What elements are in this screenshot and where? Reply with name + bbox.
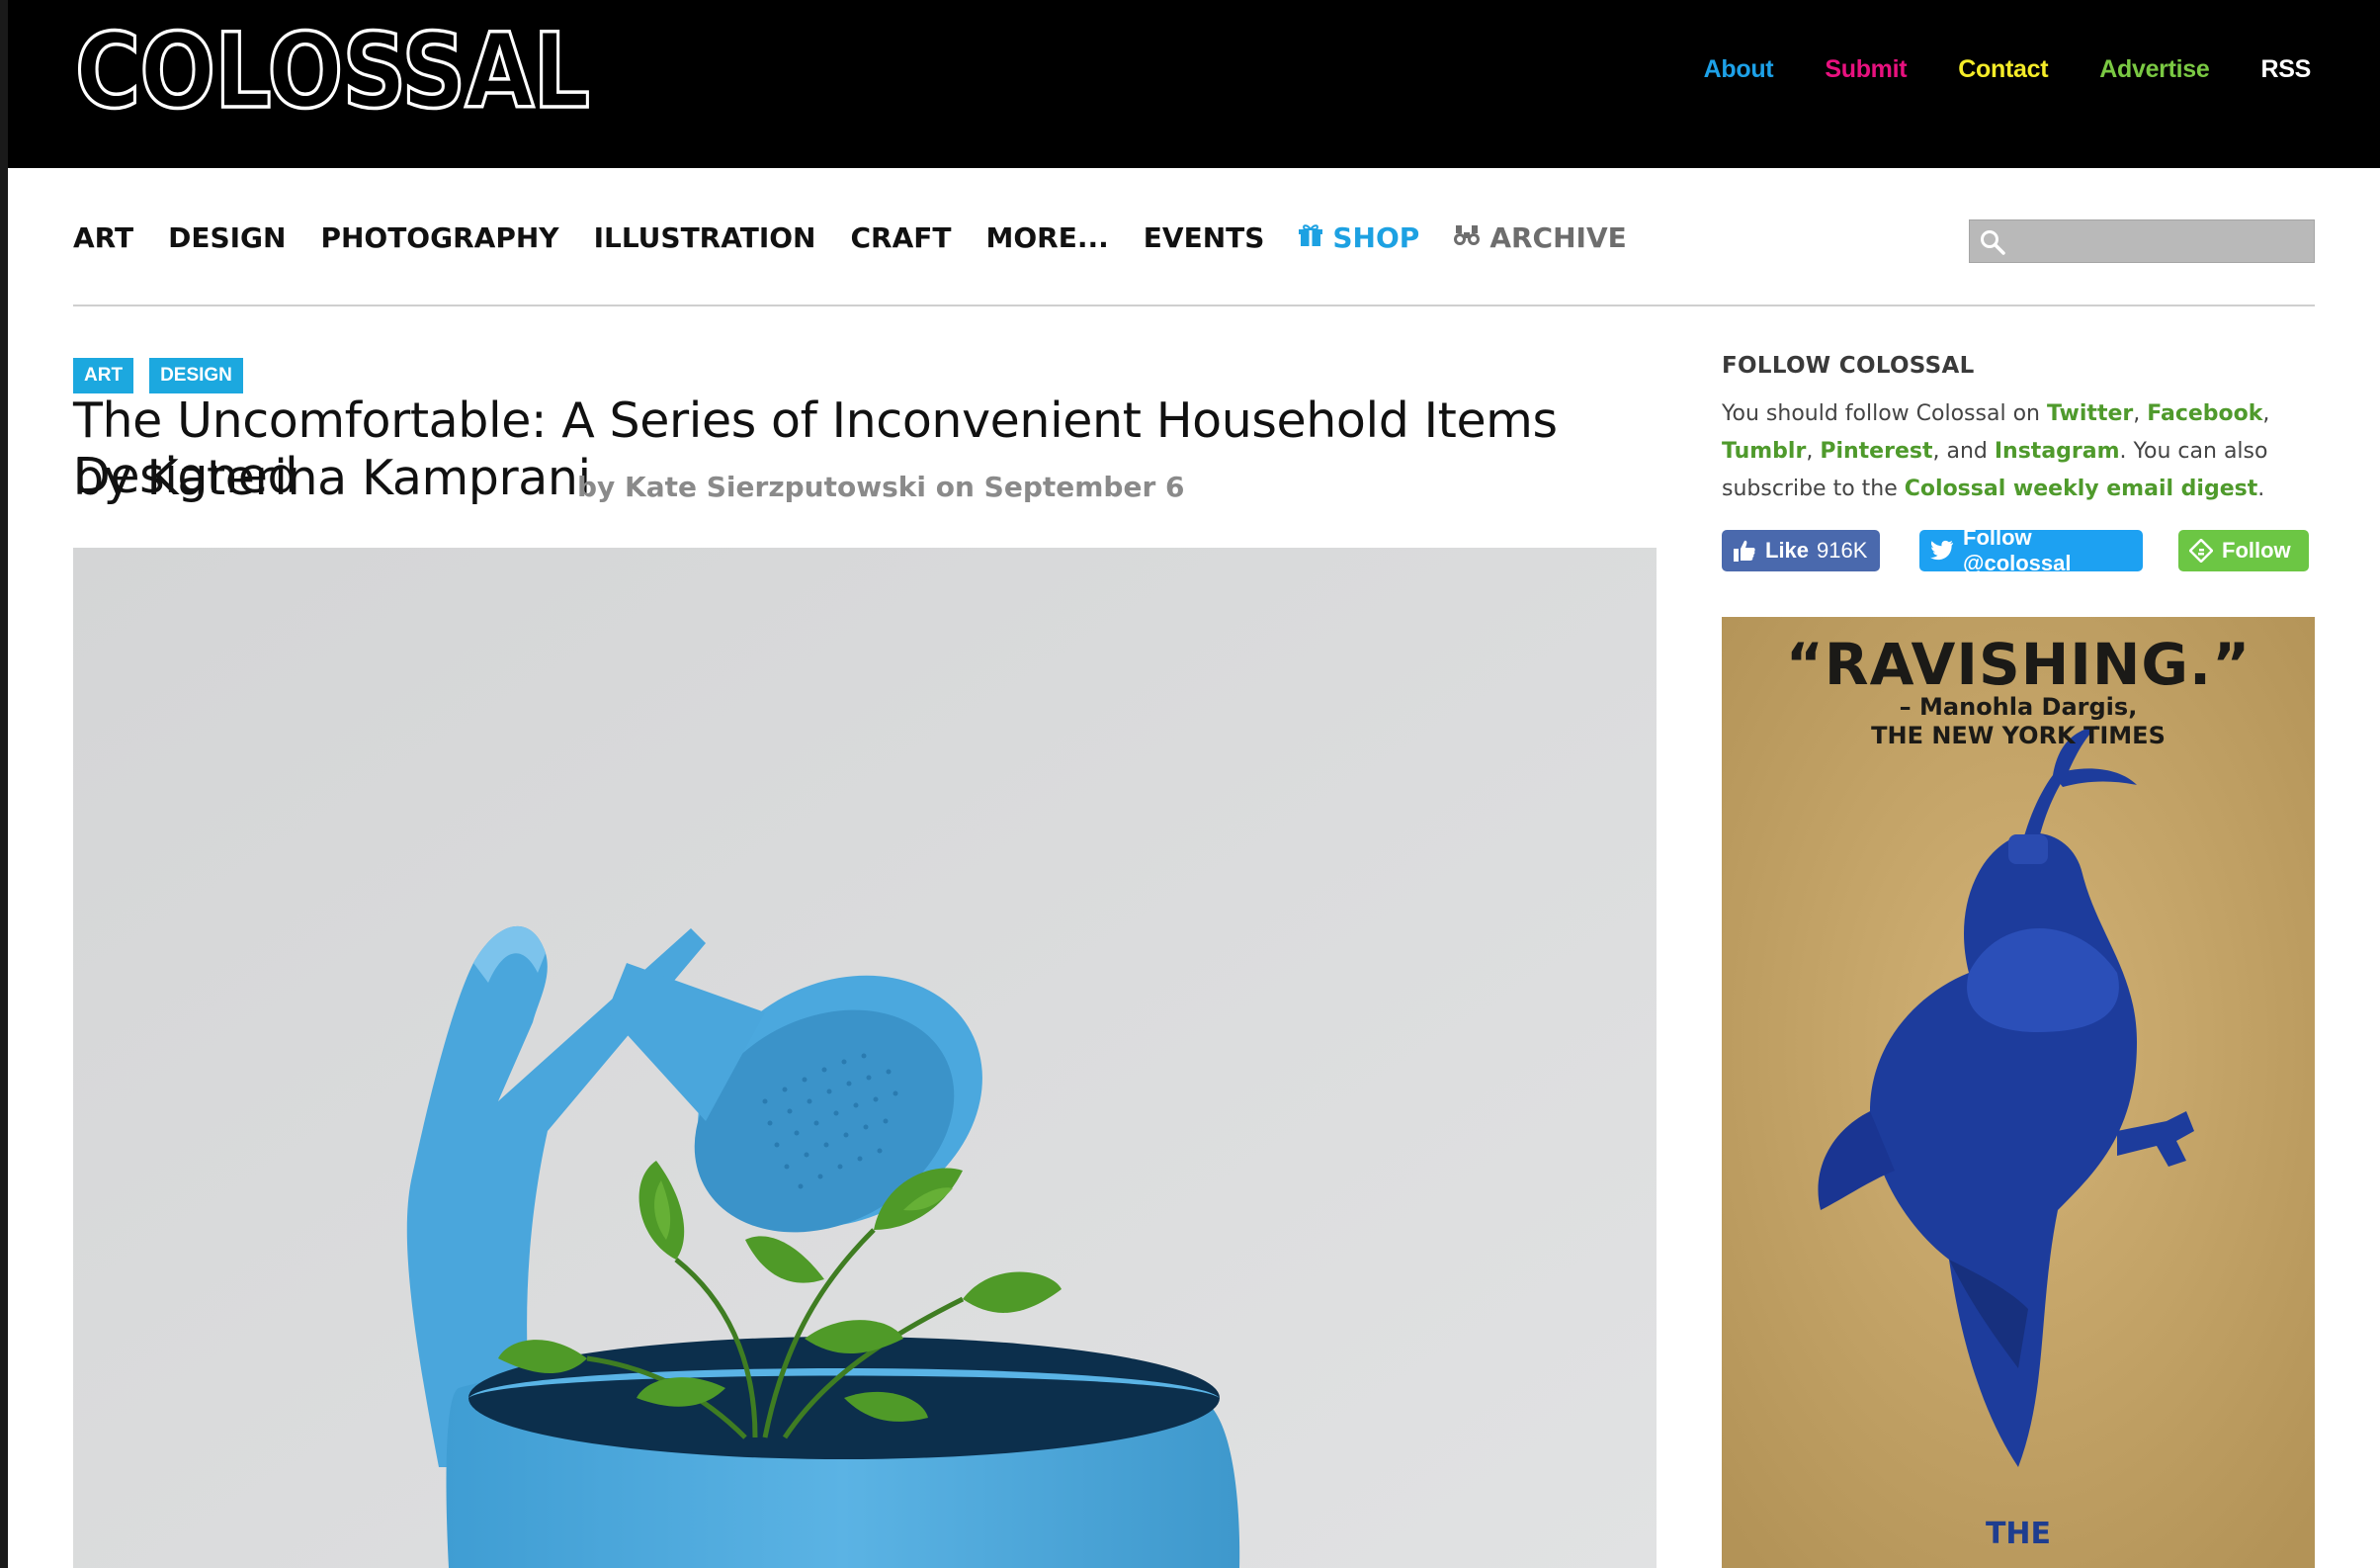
- digest-link[interactable]: Colossal weekly email digest: [1905, 477, 2258, 501]
- nav-design[interactable]: DESIGN: [168, 221, 286, 254]
- nav-divider: [73, 305, 2315, 306]
- follow-text-sep: ,: [2262, 401, 2270, 426]
- nav-craft[interactable]: CRAFT: [850, 221, 951, 254]
- pinterest-link[interactable]: Pinterest: [1820, 439, 1932, 464]
- contact-link[interactable]: Contact: [1958, 55, 2048, 84]
- byline-prefix: by: [577, 471, 616, 503]
- tumblr-link[interactable]: Tumblr: [1722, 439, 1806, 464]
- date-prefix: on: [935, 471, 975, 503]
- social-buttons: Like 916K Follow @colossal Follow: [1722, 525, 2309, 575]
- svg-text:COLOSSAL: COLOSSAL: [75, 22, 589, 121]
- tag-art[interactable]: ART: [73, 358, 134, 393]
- colossal-logo[interactable]: COLOSSAL: [73, 9, 599, 133]
- facebook-link[interactable]: Facebook: [2147, 401, 2262, 426]
- feedly-icon: [2189, 539, 2213, 563]
- watering-can-illustration: [73, 548, 1657, 1568]
- sidebar-ad[interactable]: “RAVISHING.” – Manohla Dargis, THE NEW Y…: [1722, 617, 2315, 1568]
- search-icon: [1980, 229, 2005, 259]
- advertise-link[interactable]: Advertise: [2099, 55, 2210, 84]
- hero-image[interactable]: [73, 548, 1657, 1568]
- tag-design[interactable]: DESIGN: [149, 358, 243, 393]
- nav-shop[interactable]: SHOP: [1299, 221, 1419, 254]
- submit-link[interactable]: Submit: [1825, 55, 1907, 84]
- article-tags: ART DESIGN: [73, 358, 243, 393]
- feedly-follow-button[interactable]: Follow: [2178, 530, 2309, 571]
- main-nav: ART DESIGN PHOTOGRAPHY ILLUSTRATION CRAF…: [73, 221, 1661, 254]
- top-links: About Submit Contact Advertise RSS: [1704, 55, 2312, 84]
- nav-archive[interactable]: ARCHIVE: [1454, 221, 1627, 254]
- nav-illustration[interactable]: ILLUSTRATION: [594, 221, 816, 254]
- thumbs-up-icon: [1733, 539, 1756, 563]
- search-input[interactable]: [2013, 224, 2309, 260]
- nav-events[interactable]: EVENTS: [1144, 221, 1265, 254]
- ad-attribution-name: – Manohla Dargis,: [1899, 693, 2138, 721]
- twitter-bird-icon: [1930, 540, 1954, 562]
- follow-text-part: .: [2257, 477, 2265, 501]
- article-date: September 6: [983, 471, 1185, 503]
- ad-quote: “RAVISHING.”: [1785, 631, 2252, 698]
- nav-art[interactable]: ART: [73, 221, 133, 254]
- like-label: Like: [1765, 538, 1810, 563]
- gift-icon: [1299, 221, 1323, 254]
- article-title-line2[interactable]: by Katerina Kamprani: [73, 451, 591, 506]
- follow-text-sep: ,: [2133, 401, 2148, 426]
- follow-text-sep: ,: [1806, 439, 1821, 464]
- about-link[interactable]: About: [1704, 55, 1774, 84]
- nav-more[interactable]: MORE...: [986, 221, 1109, 254]
- facebook-like-button[interactable]: Like 916K: [1722, 530, 1880, 571]
- rss-link[interactable]: RSS: [2260, 55, 2311, 84]
- twitter-follow-label: Follow @colossal: [1963, 525, 2072, 575]
- nav-photography[interactable]: PHOTOGRAPHY: [320, 221, 558, 254]
- author-link[interactable]: Kate Sierzputowski: [625, 471, 926, 503]
- follow-title: FOLLOW COLOSSAL: [1722, 353, 1975, 379]
- like-count: 916K: [1817, 538, 1868, 563]
- nav-archive-label: ARCHIVE: [1489, 221, 1627, 254]
- follow-text-sep: , and: [1932, 439, 1995, 464]
- follow-text-part: You should follow Colossal on: [1722, 401, 2047, 426]
- feedly-follow-label: Follow: [2222, 538, 2291, 563]
- article-byline: by Kate Sierzputowski on September 6: [577, 471, 1184, 503]
- follow-text: You should follow Colossal on Twitter, F…: [1722, 395, 2325, 508]
- ad-artwork: [1722, 617, 2315, 1568]
- instagram-link[interactable]: Instagram: [1995, 439, 2120, 464]
- ad-attribution-publication: THE NEW YORK TIMES: [1871, 722, 2166, 749]
- twitter-follow-button[interactable]: Follow @colossal: [1919, 525, 2143, 575]
- ad-bottom-word: THE: [1985, 1517, 2052, 1551]
- nav-shop-label: SHOP: [1332, 221, 1420, 254]
- twitter-link[interactable]: Twitter: [2047, 401, 2133, 426]
- site-header: COLOSSAL About Submit Contact Advertise …: [8, 0, 2380, 168]
- binoculars-icon: [1454, 221, 1481, 254]
- window-edge: [0, 0, 8, 1568]
- search-box[interactable]: [1969, 219, 2315, 263]
